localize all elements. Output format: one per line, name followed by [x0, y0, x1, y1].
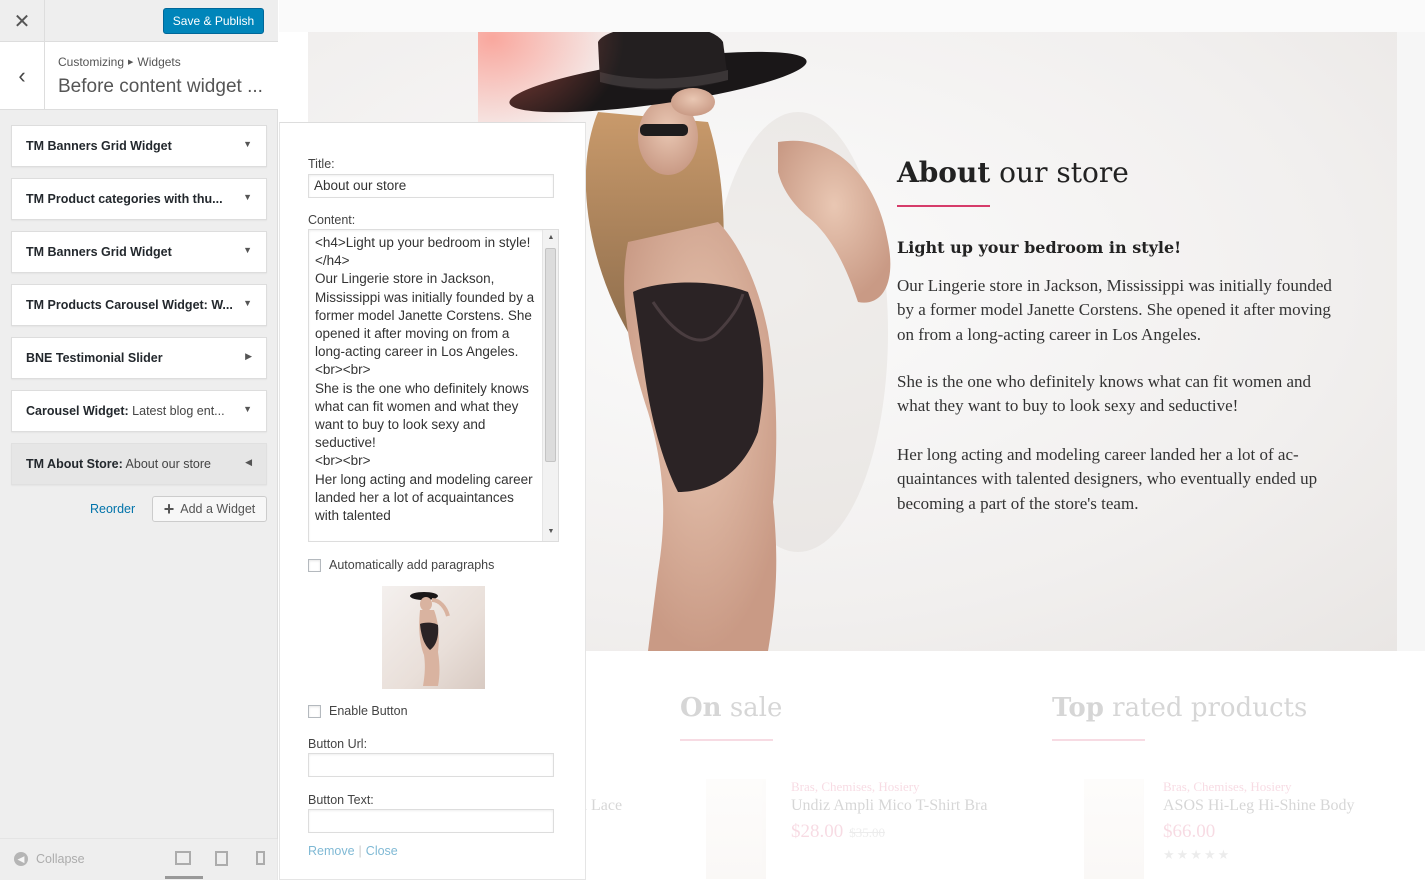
widget-products-carousel[interactable]: TM Products Carousel Widget: W... ▼: [11, 284, 267, 326]
remove-link[interactable]: Remove: [308, 844, 355, 858]
product-name[interactable]: ASOS Hi-Leg Hi-Shine Body: [1163, 797, 1355, 815]
section-title: Before content widget ...: [58, 76, 263, 97]
about-paragraph: She is the one who definitely knows what…: [897, 372, 1312, 416]
preview-top-bar: [279, 0, 1425, 32]
save-publish-button[interactable]: Save & Publish: [163, 8, 264, 34]
content-textarea[interactable]: <h4>Light up your bedroom in style!</h4>…: [308, 229, 559, 542]
scroll-thumb: [545, 248, 556, 462]
title-input[interactable]: About our store: [308, 174, 554, 198]
product-price: $66.00: [1163, 821, 1216, 842]
enable-button-checkbox[interactable]: [308, 704, 321, 718]
plus-icon: +: [163, 499, 175, 519]
button-text-label: Button Text:: [308, 793, 374, 807]
about-paragraph: Her long acting and modeling career land…: [897, 445, 1318, 513]
content-label: Content:: [308, 213, 356, 227]
on-sale-title: On sale: [680, 693, 783, 723]
widget-about-store[interactable]: TM About Store: About our store ◀: [11, 443, 267, 485]
customizer-header: ✕ Save & Publish: [0, 0, 278, 42]
widget-settings-form: Title: About our store Content: <h4>Ligh…: [279, 122, 586, 880]
arrow-down-icon[interactable]: ▼: [243, 298, 252, 308]
widget-banners-grid[interactable]: TM Banners Grid Widget ▼: [11, 125, 267, 167]
collapse-icon: ◀: [14, 852, 28, 866]
product-category[interactable]: Bras, Chemises, Hosiery: [1163, 779, 1292, 795]
product-image[interactable]: [1084, 779, 1144, 879]
button-url-label: Button Url:: [308, 737, 368, 751]
customizer-footer: ◀ Collapse: [0, 838, 278, 880]
product-price: $28.00 $35.00: [791, 821, 885, 842]
on-sale-underline: [680, 739, 773, 741]
about-paragraph: Our Lingerie store in Jackson, Mississip…: [897, 276, 1332, 344]
widget-carousel-blog[interactable]: Carousel Widget: Latest blog ent... ▼: [11, 390, 267, 432]
widget-image-thumbnail[interactable]: [382, 586, 485, 689]
tablet-preview-icon[interactable]: [215, 851, 228, 866]
widget-product-categories[interactable]: TM Product categories with thu... ▼: [11, 178, 267, 220]
reorder-link[interactable]: Reorder: [90, 502, 135, 516]
close-link[interactable]: Close: [366, 844, 398, 858]
enable-button-row: Enable Button: [308, 704, 408, 718]
add-widget-button[interactable]: + Add a Widget: [152, 496, 267, 522]
title-label: Title:: [308, 157, 335, 171]
product-image[interactable]: [706, 779, 766, 879]
content-text[interactable]: <h4>Light up your bedroom in style!</h4>…: [309, 230, 543, 541]
collapse-button[interactable]: ◀ Collapse: [14, 852, 85, 866]
arrow-left-icon[interactable]: ◀: [245, 457, 252, 468]
top-rated-title: Top rated products: [1052, 693, 1308, 723]
customizer-sidebar: ✕ Save & Publish ‹ Customizing ▶ Widgets B…: [0, 0, 278, 880]
button-text-input[interactable]: [308, 809, 554, 833]
arrow-right-icon[interactable]: ▶: [245, 351, 252, 362]
model-thumbnail: [410, 592, 450, 686]
textarea-scrollbar[interactable]: ▲ ▼: [542, 230, 558, 541]
about-subtitle: Light up your bedroom in style!: [897, 238, 1182, 257]
title-underline: [897, 205, 990, 207]
about-title: About our store: [897, 156, 1129, 189]
back-button[interactable]: ‹: [0, 42, 45, 110]
arrow-down-icon[interactable]: ▼: [243, 404, 252, 414]
breadcrumb-arrow-icon: ▶: [128, 59, 134, 66]
scroll-down-icon: ▼: [547, 527, 555, 535]
star-rating: ★★★★★: [1163, 847, 1232, 862]
close-customizer-button[interactable]: ✕: [0, 0, 45, 42]
breadcrumb: Customizing ▶ Widgets: [58, 55, 181, 69]
arrow-down-icon[interactable]: ▼: [243, 139, 252, 149]
auto-paragraphs-row: Automatically add paragraphs: [308, 558, 494, 572]
preview-edge: [1397, 32, 1425, 651]
chevron-left-icon: ‹: [18, 63, 26, 88]
product-name[interactable]: Undiz Ampli Mico T-Shirt Bra: [791, 797, 987, 815]
auto-paragraphs-checkbox[interactable]: [308, 558, 321, 572]
widget-testimonial-slider[interactable]: BNE Testimonial Slider ▶: [11, 337, 267, 379]
button-url-input[interactable]: [308, 753, 554, 777]
mobile-preview-icon[interactable]: [256, 851, 265, 865]
desktop-preview-icon[interactable]: [165, 851, 203, 879]
scroll-up-icon: ▲: [547, 233, 555, 241]
widget-banners-grid-2[interactable]: TM Banners Grid Widget ▼: [11, 231, 267, 273]
close-icon: ✕: [13, 10, 31, 33]
product-category[interactable]: Bras, Chemises, Hosiery: [791, 779, 920, 795]
widget-actions: Remove | Close: [308, 844, 398, 858]
section-header: ‹ Customizing ▶ Widgets Before content wid…: [0, 42, 278, 110]
top-rated-underline: [1052, 739, 1145, 741]
arrow-down-icon[interactable]: ▼: [243, 192, 252, 202]
arrow-down-icon[interactable]: ▼: [243, 245, 252, 255]
